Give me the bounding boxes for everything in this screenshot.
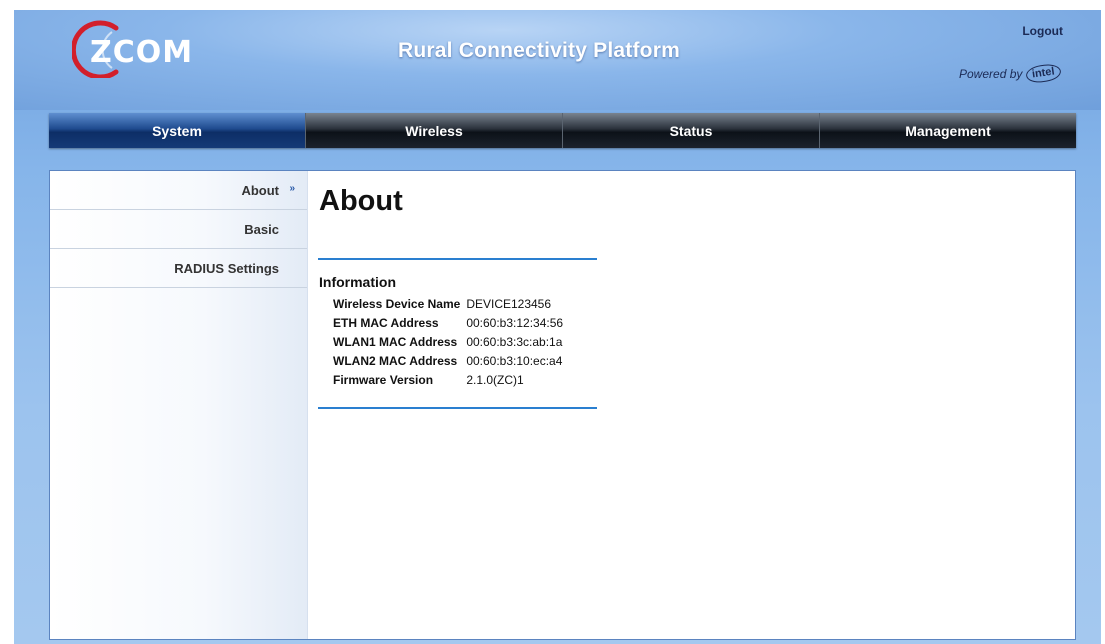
info-value: 2.1.0(ZC)1 [466, 373, 524, 387]
content-panel: About » Basic RADIUS Settings About Info… [49, 170, 1076, 640]
divider-bottom [318, 407, 597, 409]
table-row: WLAN2 MAC Address 00:60:b3:10:ec:a4 [333, 352, 563, 371]
sidebar: About » Basic RADIUS Settings [50, 171, 308, 639]
table-row: WLAN1 MAC Address 00:60:b3:3c:ab:1a [333, 333, 563, 352]
info-label: Wireless Device Name [333, 297, 461, 311]
info-value: DEVICE123456 [466, 297, 552, 311]
info-value: 00:60:b3:3c:ab:1a [466, 335, 563, 349]
sidebar-item-about[interactable]: About » [50, 171, 307, 210]
section-title-information: Information [319, 274, 396, 290]
main-content: About Information Wireless Device Name D… [318, 171, 1058, 631]
page-title: About [319, 185, 403, 217]
nav-tab-management[interactable]: Management [820, 113, 1076, 148]
table-row: Firmware Version 2.1.0(ZC)1 [333, 371, 563, 390]
intel-logo: intel [1025, 62, 1063, 85]
sidebar-item-basic[interactable]: Basic [50, 210, 307, 249]
divider-top [318, 258, 597, 260]
info-value: 00:60:b3:12:34:56 [466, 316, 564, 330]
nav-tab-system[interactable]: System [49, 113, 306, 148]
powered-by: Powered by intel [959, 62, 1063, 85]
app-title: Rural Connectivity Platform [398, 39, 680, 62]
nav-tab-status[interactable]: Status [563, 113, 820, 148]
nav-tab-wireless[interactable]: Wireless [306, 113, 563, 148]
info-label: WLAN1 MAC Address [333, 335, 458, 349]
sidebar-item-label: About [241, 182, 279, 198]
info-value: 00:60:b3:10:ec:a4 [466, 354, 563, 368]
info-label: WLAN2 MAC Address [333, 354, 458, 368]
sidebar-item-label: RADIUS Settings [174, 260, 279, 276]
info-table: Wireless Device Name DEVICE123456 ETH MA… [333, 295, 563, 390]
table-row: ETH MAC Address 00:60:b3:12:34:56 [333, 314, 563, 333]
brand-text: ZCOM [90, 35, 193, 70]
sidebar-item-radius-settings[interactable]: RADIUS Settings [50, 249, 307, 288]
info-label: ETH MAC Address [333, 316, 439, 330]
double-chevron-right-icon: » [289, 183, 295, 194]
main-nav: System Wireless Status Management [49, 113, 1076, 148]
zcom-logo: ZCOM [70, 18, 232, 80]
header: ZCOM Rural Connectivity Platform Logout … [14, 10, 1101, 110]
table-row: Wireless Device Name DEVICE123456 [333, 295, 563, 314]
powered-by-label: Powered by [959, 66, 1023, 81]
info-label: Firmware Version [333, 373, 434, 387]
logout-link[interactable]: Logout [1022, 24, 1063, 38]
app-frame: ZCOM Rural Connectivity Platform Logout … [14, 10, 1101, 644]
sidebar-item-label: Basic [244, 221, 279, 237]
